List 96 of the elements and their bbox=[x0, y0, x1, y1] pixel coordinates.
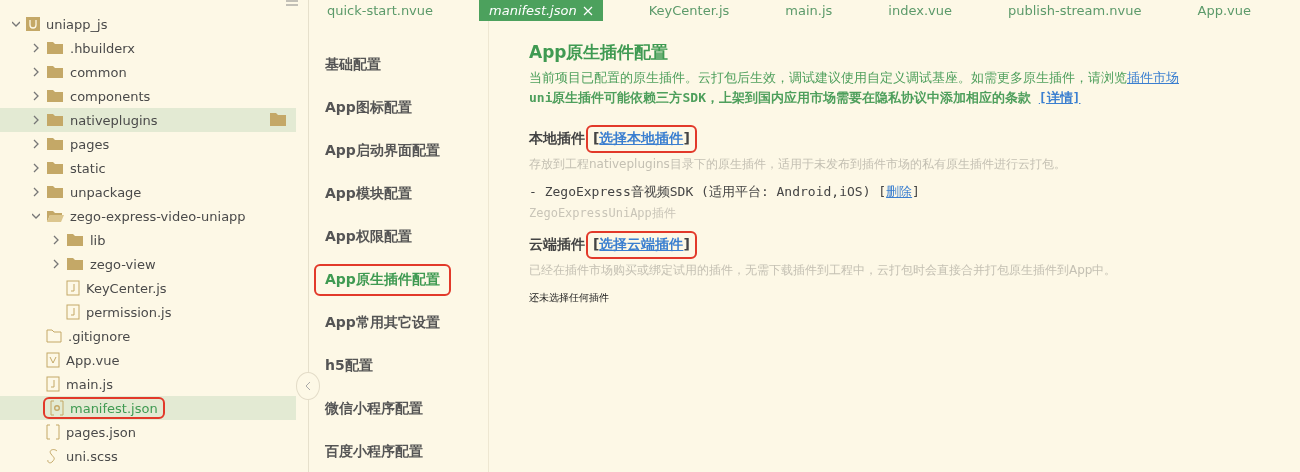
chevron-icon[interactable] bbox=[52, 259, 60, 269]
chevron-icon[interactable] bbox=[32, 139, 40, 149]
section-heading: 云端插件 bbox=[529, 236, 585, 254]
chevron-icon[interactable] bbox=[32, 115, 40, 125]
file-name: unpackage bbox=[70, 184, 142, 200]
select-plugin-link[interactable]: 选择云端插件 bbox=[599, 236, 684, 252]
settings-menu-item[interactable]: App权限配置 bbox=[317, 223, 420, 250]
file-name: KeyCenter.js bbox=[86, 280, 167, 296]
file-name: permission.js bbox=[86, 304, 172, 320]
chevron-icon[interactable] bbox=[32, 91, 40, 101]
file-icon bbox=[46, 329, 62, 343]
chevron-icon[interactable] bbox=[32, 187, 40, 197]
js-file-icon bbox=[66, 280, 80, 296]
settings-menu-item[interactable]: App常用其它设置 bbox=[317, 309, 448, 336]
js-file-icon bbox=[66, 304, 80, 320]
file-name: pages.json bbox=[66, 424, 136, 440]
file-name: nativeplugins bbox=[70, 112, 158, 128]
plugin-name: - ZegoExpress音视频SDK (适用平台: Android,iOS) bbox=[529, 184, 871, 199]
select-plugin-link[interactable]: 选择本地插件 bbox=[599, 130, 684, 146]
settings-menu-item[interactable]: App启动界面配置 bbox=[317, 137, 448, 164]
tree-row[interactable]: uniapp_js bbox=[0, 12, 296, 36]
bracket: [ bbox=[593, 236, 600, 252]
tree-row[interactable]: permission.js bbox=[0, 300, 296, 324]
settings-menu-item[interactable]: 微信小程序配置 bbox=[317, 395, 431, 422]
tree-row[interactable]: nativeplugins bbox=[0, 108, 296, 132]
folder-icon bbox=[46, 161, 64, 175]
chevron-icon[interactable] bbox=[12, 19, 20, 29]
page-title: App原生插件配置 bbox=[529, 41, 670, 64]
folder-icon bbox=[46, 65, 64, 79]
bracket: ] bbox=[683, 130, 690, 146]
close-icon[interactable] bbox=[582, 5, 593, 16]
folder-icon bbox=[66, 257, 84, 271]
tree-row[interactable]: App.vue bbox=[0, 348, 296, 372]
settings-menu-item[interactable]: App模块配置 bbox=[317, 180, 420, 207]
plugin-market-link[interactable]: 插件市场 bbox=[1127, 70, 1179, 85]
chevron-icon[interactable] bbox=[52, 235, 60, 245]
file-name: pages bbox=[70, 136, 110, 152]
bracket: [ bbox=[593, 130, 600, 146]
tree-row[interactable]: common bbox=[0, 60, 296, 84]
bracket: ] bbox=[683, 236, 690, 252]
settings-menu-item[interactable]: 百度小程序配置 bbox=[317, 438, 431, 465]
chevron-icon[interactable] bbox=[32, 163, 40, 173]
file-name: manifest.json bbox=[70, 400, 158, 416]
scss-file-icon bbox=[46, 448, 60, 464]
tree-row[interactable]: unpackage bbox=[0, 180, 296, 204]
project-name: uniapp_js bbox=[46, 16, 108, 32]
delete-link[interactable]: 删除 bbox=[886, 184, 913, 199]
vue-file-icon bbox=[46, 352, 60, 368]
folder-icon bbox=[46, 89, 64, 103]
open-folder-icon bbox=[46, 209, 64, 223]
tree-row[interactable]: pages.json bbox=[0, 420, 296, 444]
file-name: main.js bbox=[66, 376, 113, 392]
section-heading: 本地插件 bbox=[529, 130, 585, 148]
file-name: components bbox=[70, 88, 151, 104]
bracket: [ bbox=[878, 184, 887, 199]
details-link[interactable]: [详情] bbox=[1038, 90, 1081, 105]
intro-text: 当前项目已配置的原生插件。云打包后生效，调试建议使用自定义调试基座。如需更多原生插件，请浏览插件市场 bbox=[529, 69, 1180, 87]
tree-row[interactable]: static bbox=[0, 156, 296, 180]
file-name: .gitignore bbox=[68, 328, 131, 344]
chevron-left-icon[interactable] bbox=[305, 381, 311, 391]
file-name: .hbuilderx bbox=[70, 40, 136, 56]
tree-row[interactable]: zego-express-video-uniapp bbox=[0, 204, 296, 228]
tree-row[interactable]: .gitignore bbox=[0, 324, 296, 348]
folder-icon bbox=[46, 41, 64, 55]
file-name: static bbox=[70, 160, 106, 176]
manifest-file-icon bbox=[50, 400, 64, 416]
tree-row[interactable]: components bbox=[0, 84, 296, 108]
file-name: zego-express-video-uniapp bbox=[70, 208, 246, 224]
tree-row[interactable]: lib bbox=[0, 228, 296, 252]
folder-icon bbox=[46, 137, 64, 151]
tree-row[interactable]: main.js bbox=[0, 372, 296, 396]
tree-row[interactable]: .hbuilderx bbox=[0, 36, 296, 60]
folder-icon bbox=[46, 113, 64, 127]
project-icon bbox=[26, 17, 40, 31]
empty-text: 还未选择任何插件 bbox=[529, 291, 610, 305]
file-name: lib bbox=[90, 232, 106, 248]
folder-icon bbox=[66, 233, 84, 247]
tree-row[interactable]: pages bbox=[0, 132, 296, 156]
notice-text: uni原生插件可能依赖三方SDK，上架到国内应用市场需要在隐私协议中添加相应的条款 [详情] bbox=[529, 89, 1082, 107]
tree-row[interactable]: uni.scss bbox=[0, 444, 296, 468]
folder-icon bbox=[46, 185, 64, 199]
tree-row[interactable]: KeyCenter.js bbox=[0, 276, 296, 300]
file-name: App.vue bbox=[66, 352, 120, 368]
brackets-icon bbox=[46, 424, 60, 440]
chevron-icon[interactable] bbox=[32, 67, 40, 77]
js-file-icon bbox=[46, 376, 60, 392]
settings-menu-item[interactable]: 基础配置 bbox=[317, 51, 389, 78]
file-name: zego-view bbox=[90, 256, 156, 272]
chevron-icon[interactable] bbox=[32, 211, 40, 221]
settings-menu-item[interactable]: App图标配置 bbox=[317, 94, 420, 121]
settings-menu-item[interactable]: h5配置 bbox=[317, 352, 381, 379]
file-name: common bbox=[70, 64, 127, 80]
bracket: ] bbox=[912, 184, 920, 199]
tree-row[interactable]: zego-view bbox=[0, 252, 296, 276]
chevron-icon[interactable] bbox=[32, 43, 40, 53]
file-name: uni.scss bbox=[66, 448, 118, 464]
